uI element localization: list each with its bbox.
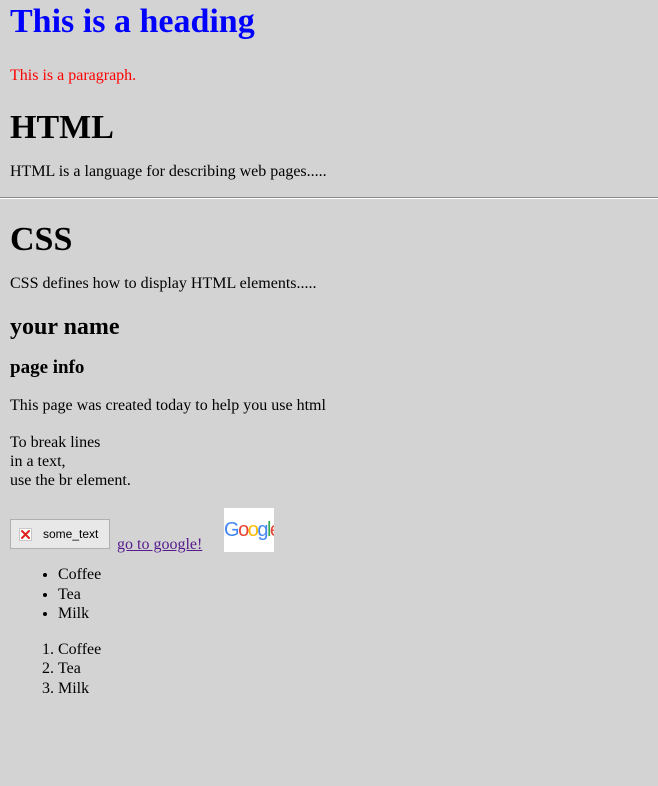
css-description: CSS defines how to display HTML elements… [10, 275, 317, 292]
broken-image: some_text [10, 519, 110, 549]
your-name-heading: your name [10, 314, 120, 340]
unordered-list: Coffee Tea Milk [10, 565, 658, 624]
list-item: Milk [58, 604, 658, 624]
line-break-paragraph: To break lines in a text, use the br eleme… [10, 433, 658, 490]
google-logo-image[interactable]: Google [224, 508, 274, 552]
created-paragraph: This page was created today to help you … [10, 397, 326, 414]
html-description: HTML is a language for describing web pa… [10, 163, 327, 180]
break-line-2: in a text, [10, 453, 66, 470]
google-link[interactable]: go to google! [117, 536, 202, 554]
media-row: some_text go to google! Google [10, 508, 658, 554]
broken-image-icon [19, 528, 32, 541]
list-item: Tea [58, 659, 658, 679]
page-content: This is a heading This is a paragraph. H… [0, 0, 658, 699]
list-item: Tea [58, 585, 658, 605]
image-alt-text: some_text [43, 527, 99, 541]
break-line-3: use the br element. [10, 472, 131, 489]
main-heading: This is a heading [10, 3, 255, 40]
ordered-list: Coffee Tea Milk [10, 640, 658, 699]
horizontal-rule [0, 197, 658, 199]
red-paragraph: This is a paragraph. [10, 67, 137, 84]
list-item: Coffee [58, 565, 658, 585]
list-item: Milk [58, 679, 658, 699]
page-info-heading: page info [10, 357, 85, 378]
list-item: Coffee [58, 640, 658, 660]
css-heading: CSS [10, 221, 73, 258]
break-line-1: To break lines [10, 434, 101, 451]
html-heading: HTML [10, 109, 114, 146]
